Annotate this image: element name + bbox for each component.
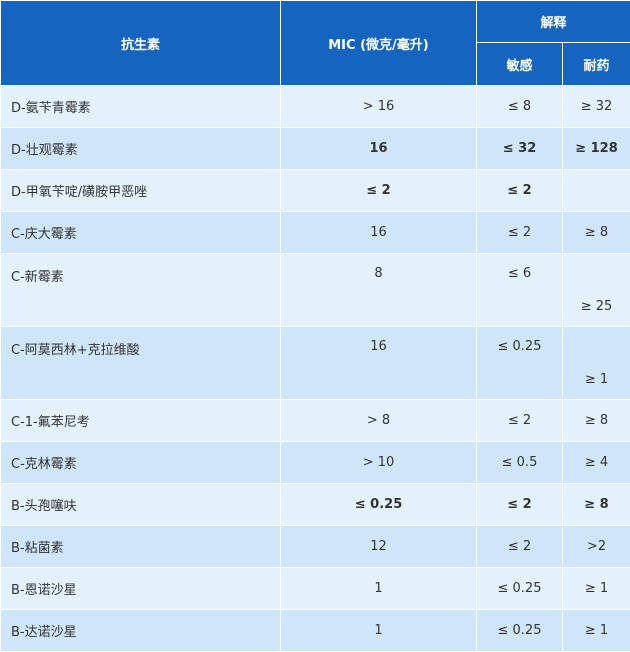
susceptible-value: ≤ 0.25 <box>477 610 563 652</box>
mic-value: 16 <box>281 327 477 400</box>
mic-value: 8 <box>281 254 477 327</box>
mic-value: 1 <box>281 610 477 652</box>
resistant-value: >2 <box>563 526 630 568</box>
antibiotic-name: C-庆大霉素 <box>1 212 281 254</box>
antibiotic-name: C-阿莫西林+克拉维酸 <box>1 327 281 400</box>
mic-value: ≤ 0.25 <box>281 484 477 526</box>
resistant-value: ≥ 32 <box>563 86 630 128</box>
mic-value: > 8 <box>281 400 477 442</box>
mic-table: 抗生素 MIC (微克/毫升) 解释 敏感 耐药 D-氨苄青霉素 > 16 ≤ … <box>0 0 630 652</box>
susceptible-value: ≤ 2 <box>477 484 563 526</box>
antibiotic-name: D-壮观霉素 <box>1 128 281 170</box>
resistant-value: ≥ 128 <box>563 128 630 170</box>
table-row: C-克林霉素 > 10 ≤ 0.5 ≥ 4 <box>1 442 630 484</box>
table-row: C-阿莫西林+克拉维酸 16 ≤ 0.25 ≥ 1 <box>1 327 630 400</box>
susceptible-value: ≤ 0.25 <box>477 327 563 400</box>
header-antibiotic: 抗生素 <box>1 1 281 86</box>
susceptible-value: ≤ 32 <box>477 128 563 170</box>
mic-value: ≤ 2 <box>281 170 477 212</box>
table-row: D-壮观霉素 16 ≤ 32 ≥ 128 <box>1 128 630 170</box>
table-row: B-达诺沙星 1 ≤ 0.25 ≥ 1 <box>1 610 630 652</box>
table-row: C-1-氟苯尼考 > 8 ≤ 2 ≥ 8 <box>1 400 630 442</box>
resistant-value: ≥ 25 <box>563 254 630 327</box>
table-row: D-甲氧苄啶/磺胺甲恶唑 ≤ 2 ≤ 2 <box>1 170 630 212</box>
table-row: C-新霉素 8 ≤ 6 ≥ 25 <box>1 254 630 327</box>
mic-value: 12 <box>281 526 477 568</box>
susceptible-value: ≤ 2 <box>477 170 563 212</box>
mic-value: > 16 <box>281 86 477 128</box>
mic-value: 16 <box>281 128 477 170</box>
antibiotic-name: B-恩诺沙星 <box>1 568 281 610</box>
antibiotic-name: B-头孢噻呋 <box>1 484 281 526</box>
header-susceptible: 敏感 <box>477 43 563 86</box>
resistant-value: ≥ 1 <box>563 568 630 610</box>
susceptible-value: ≤ 2 <box>477 526 563 568</box>
resistant-value: ≥ 8 <box>563 212 630 254</box>
header-resistant: 耐药 <box>563 43 630 86</box>
table-row: B-恩诺沙星 1 ≤ 0.25 ≥ 1 <box>1 568 630 610</box>
susceptible-value: ≤ 8 <box>477 86 563 128</box>
mic-value: > 10 <box>281 442 477 484</box>
antibiotic-name: B-达诺沙星 <box>1 610 281 652</box>
header-mic: MIC (微克/毫升) <box>281 1 477 86</box>
susceptible-value: ≤ 2 <box>477 212 563 254</box>
antibiotic-name: C-1-氟苯尼考 <box>1 400 281 442</box>
mic-value: 1 <box>281 568 477 610</box>
antibiotic-name: D-氨苄青霉素 <box>1 86 281 128</box>
antibiotic-name: C-新霉素 <box>1 254 281 327</box>
resistant-value: ≥ 4 <box>563 442 630 484</box>
resistant-value <box>563 170 630 212</box>
antibiotic-name: D-甲氧苄啶/磺胺甲恶唑 <box>1 170 281 212</box>
resistant-value: ≥ 1 <box>563 327 630 400</box>
table-row: C-庆大霉素 16 ≤ 2 ≥ 8 <box>1 212 630 254</box>
antibiotic-name: B-粘菌素 <box>1 526 281 568</box>
table-row: B-粘菌素 12 ≤ 2 >2 <box>1 526 630 568</box>
antibiotic-name: C-克林霉素 <box>1 442 281 484</box>
susceptible-value: ≤ 6 <box>477 254 563 327</box>
susceptible-value: ≤ 0.25 <box>477 568 563 610</box>
mic-value: 16 <box>281 212 477 254</box>
table-row: D-氨苄青霉素 > 16 ≤ 8 ≥ 32 <box>1 86 630 128</box>
header-interpretation: 解释 <box>477 1 630 43</box>
susceptible-value: ≤ 2 <box>477 400 563 442</box>
resistant-value: ≥ 1 <box>563 610 630 652</box>
susceptible-value: ≤ 0.5 <box>477 442 563 484</box>
resistant-value: ≥ 8 <box>563 484 630 526</box>
resistant-value: ≥ 8 <box>563 400 630 442</box>
table-row: B-头孢噻呋 ≤ 0.25 ≤ 2 ≥ 8 <box>1 484 630 526</box>
